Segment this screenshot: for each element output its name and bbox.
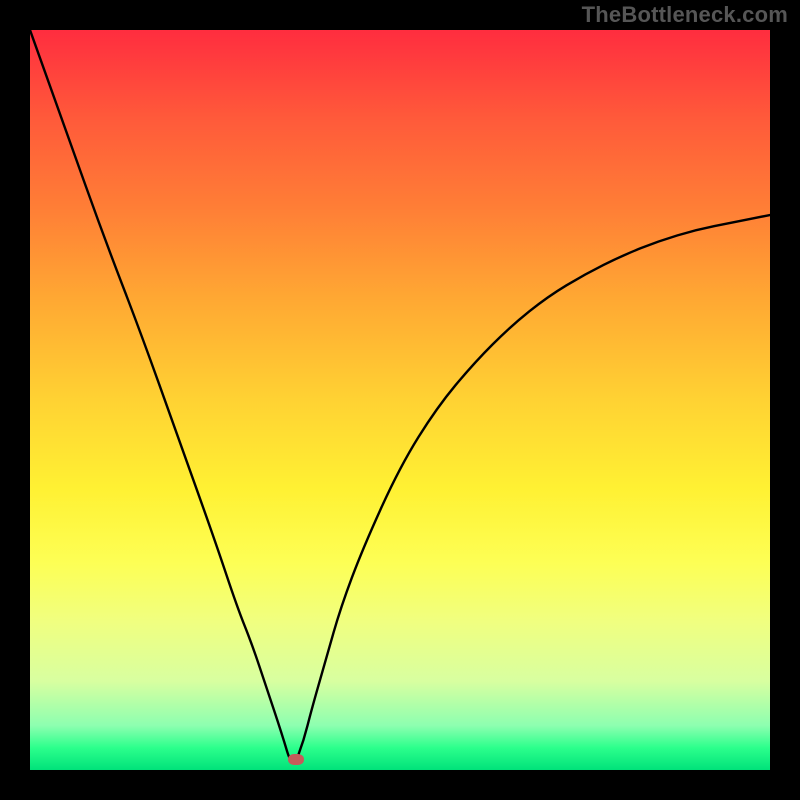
- optimal-point-marker: [288, 754, 304, 765]
- plot-area: [30, 30, 770, 770]
- bottleneck-curve-path: [30, 30, 770, 762]
- curve-svg: [30, 30, 770, 770]
- attribution-text: TheBottleneck.com: [582, 2, 788, 28]
- chart-frame: TheBottleneck.com: [0, 0, 800, 800]
